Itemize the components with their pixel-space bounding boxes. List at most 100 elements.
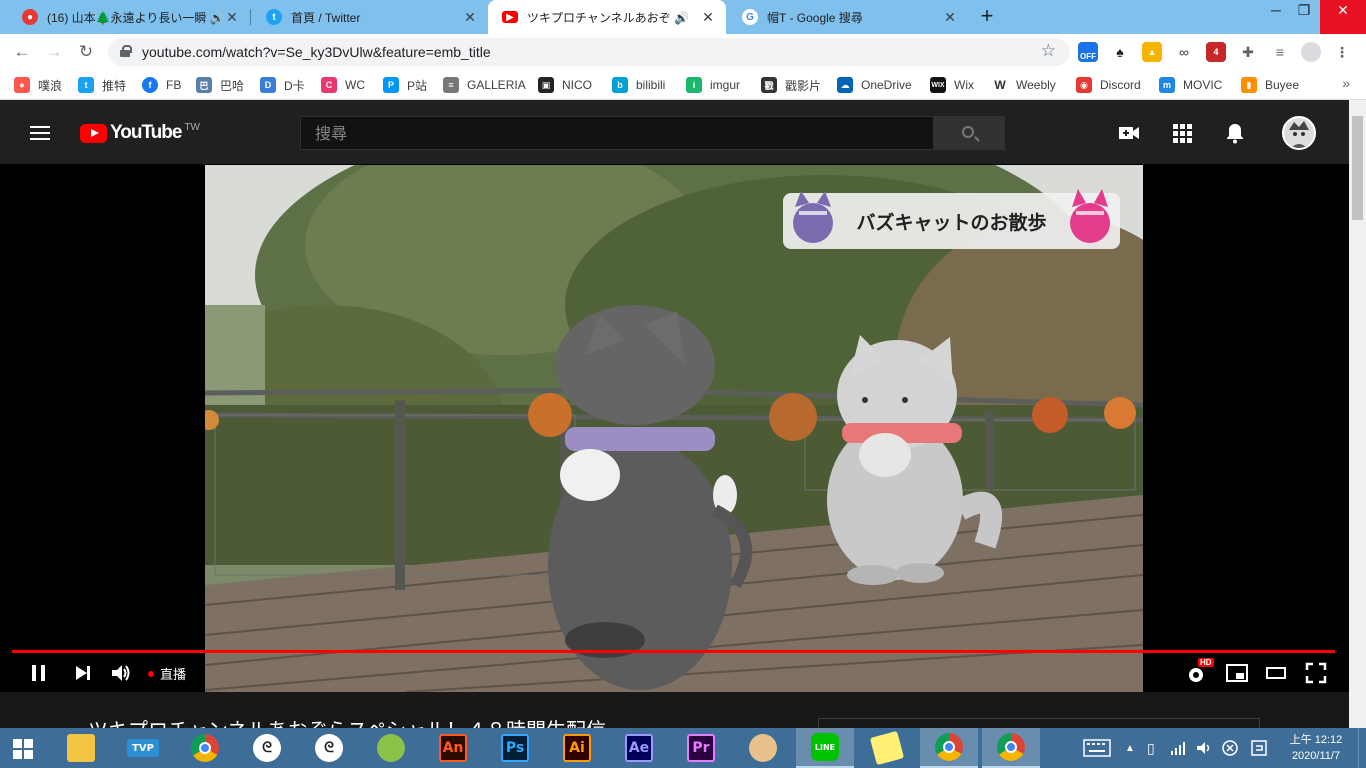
search-button[interactable] (933, 116, 1005, 150)
bookmark-pixiv[interactable]: P P站 (383, 76, 427, 94)
bookmark-label: Discord (1100, 78, 1141, 92)
bookmark-weebly[interactable]: W Weebly (992, 76, 1056, 94)
tab-strip: ● (16) 山本🌲永遠より長い一瞬 🔊 ✕ t 首頁 / Twitter ✕ … (0, 0, 1366, 34)
taskbar-photoshop[interactable]: Ps (486, 728, 544, 768)
forward-button[interactable]: → (42, 40, 66, 64)
usb-device-icon[interactable]: ▯ (1147, 728, 1155, 768)
notifications-bell-icon[interactable] (1223, 121, 1247, 145)
restore-button[interactable]: ❐ (1284, 0, 1324, 34)
taskbar-paint[interactable] (734, 728, 792, 768)
taskbar-premiere[interactable]: Pr (672, 728, 730, 768)
new-tab-button[interactable]: + (976, 4, 998, 30)
bookmark-movic[interactable]: m MOVIC (1159, 76, 1222, 94)
bookmarks-overflow-icon[interactable]: » (1342, 75, 1350, 91)
windows-start-icon[interactable] (13, 739, 33, 759)
taskbar-line[interactable]: LINE (796, 728, 854, 768)
lock-icon[interactable] (120, 45, 132, 57)
guide-menu-icon[interactable] (30, 126, 50, 140)
back-button[interactable]: ← (10, 40, 34, 64)
taskbar-sticky-notes[interactable] (858, 728, 916, 768)
youtube-logo[interactable]: YouTube TW (80, 122, 200, 144)
video-player[interactable]: バズキャットのお散歩 直播 HD (0, 165, 1349, 692)
show-desktop-button[interactable] (1358, 728, 1366, 768)
bookmark-onedrive[interactable]: ☁ OneDrive (837, 76, 912, 94)
apps-grid-icon[interactable] (1170, 121, 1194, 145)
close-icon[interactable]: ✕ (700, 9, 716, 26)
progress-bar[interactable] (12, 650, 1335, 653)
tab-twitter[interactable]: t 首頁 / Twitter ✕ (252, 0, 488, 34)
extension-off-icon[interactable]: OFF (1078, 42, 1098, 62)
taskbar-tvplayer[interactable]: TVP (114, 728, 172, 768)
tab-youtube[interactable]: ▶ ツキプロチャンネルあおぞ 🔊 ✕ (488, 0, 726, 34)
address-bar[interactable]: youtube.com/watch?v=Se_ky3DvUlw&feature=… (108, 38, 1070, 66)
bookmark-dcard[interactable]: D D卡 (260, 76, 305, 94)
close-window-button[interactable]: ✕ (1320, 0, 1366, 34)
volume-tray-icon[interactable] (1196, 728, 1212, 768)
taskbar-chrome[interactable] (176, 728, 234, 768)
extension-cart-icon[interactable]: ▲ (1142, 42, 1162, 62)
bookmark-imgur[interactable]: i imgur (686, 76, 740, 94)
taskbar-chrome-3[interactable] (982, 728, 1040, 768)
extensions-puzzle-icon[interactable]: ✚ (1238, 42, 1258, 62)
bookmark-plurk[interactable]: ● 噗浪 (14, 76, 62, 94)
galleria-icon: ≡ (443, 77, 459, 93)
keyboard-icon[interactable] (1083, 728, 1111, 768)
taskbar-clip-studio[interactable]: ᘓ (238, 728, 296, 768)
volume-icon[interactable] (110, 662, 132, 684)
taskbar-tennis-app[interactable] (362, 728, 420, 768)
reload-button[interactable]: ↻ (74, 40, 98, 64)
country-code: TW (184, 121, 200, 133)
search-box (300, 116, 934, 150)
tab-plurk[interactable]: ● (16) 山本🌲永遠より長い一瞬 🔊 ✕ (8, 0, 250, 34)
extension-ninja-icon[interactable]: ♠ (1110, 42, 1130, 62)
video-frame[interactable]: バズキャットのお散歩 (205, 165, 1143, 692)
taskbar-clip-studio-2[interactable]: ᘓ (300, 728, 358, 768)
taskbar-chrome-2[interactable] (920, 728, 978, 768)
close-icon[interactable]: ✕ (462, 9, 478, 26)
ext-count-badge: 4 (1213, 47, 1219, 57)
taskbar-animate[interactable]: An (424, 728, 482, 768)
url-text[interactable]: youtube.com/watch?v=Se_ky3DvUlw&feature=… (142, 44, 491, 60)
live-indicator[interactable]: 直播 (148, 664, 186, 683)
media-control-icon[interactable]: ≡ (1270, 42, 1290, 62)
search-input[interactable] (301, 117, 934, 149)
extension-ublock-icon[interactable]: 4 (1206, 42, 1226, 62)
facebook-icon: f (142, 77, 158, 93)
next-icon[interactable] (72, 662, 94, 684)
profile-icon[interactable] (1301, 42, 1321, 62)
bookmark-nico[interactable]: ▣ NICO (538, 76, 592, 94)
fullscreen-icon[interactable] (1305, 662, 1327, 684)
page-scrollbar[interactable] (1349, 100, 1366, 728)
bookmark-twitter[interactable]: t 推特 (78, 76, 126, 94)
create-video-icon[interactable] (1117, 121, 1141, 145)
bookmark-facebook[interactable]: f FB (142, 76, 181, 94)
ime-close-icon[interactable] (1222, 728, 1238, 768)
taskbar-after-effects[interactable]: Ae (610, 728, 668, 768)
menu-kebab-icon[interactable]: ⋮ (1332, 42, 1352, 62)
system-clock[interactable]: 上午 12:12 2020/11/7 (1285, 732, 1347, 764)
bookmark-buyee[interactable]: ▮ Buyee (1241, 76, 1299, 94)
bookmark-wc[interactable]: C WC (321, 76, 365, 94)
scrollbar-thumb[interactable] (1352, 116, 1363, 220)
bookmark-video[interactable]: 戳戳影片 (761, 76, 821, 94)
bookmark-galleria[interactable]: ≡ GALLERIA (443, 76, 526, 94)
bookmark-star-icon[interactable]: ☆ (1041, 41, 1056, 61)
taskbar-illustrator[interactable]: Ai (548, 728, 606, 768)
theater-mode-icon[interactable] (1265, 662, 1287, 684)
bookmark-wix[interactable]: WIX Wix (930, 76, 974, 94)
ime-mode-icon[interactable] (1251, 728, 1267, 768)
tab-google[interactable]: G 帽T - Google 搜尋 ✕ (728, 0, 968, 34)
account-avatar[interactable] (1282, 116, 1316, 150)
miniplayer-icon[interactable] (1226, 662, 1248, 684)
pause-icon[interactable] (28, 662, 50, 684)
network-icon[interactable] (1170, 728, 1186, 768)
extension-link-icon[interactable]: ∞ (1174, 42, 1194, 62)
show-hidden-icons[interactable]: ▲ (1125, 728, 1135, 768)
close-icon[interactable]: ✕ (942, 9, 958, 26)
bookmark-bahamut[interactable]: 巴巴哈 (196, 76, 244, 94)
chrome-icon (191, 734, 219, 762)
close-icon[interactable]: ✕ (224, 9, 240, 26)
taskbar-file-explorer[interactable] (52, 728, 110, 768)
bookmark-discord[interactable]: ◉ Discord (1076, 76, 1141, 94)
bookmark-bilibili[interactable]: b bilibili (612, 76, 665, 94)
